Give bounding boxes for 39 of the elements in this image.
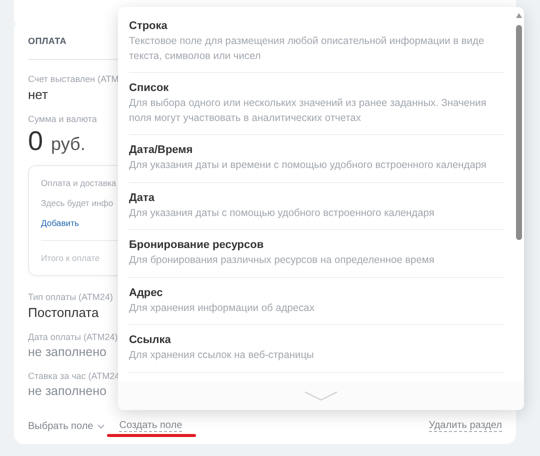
section-title: ОПЛАТА	[28, 36, 66, 46]
field-value: не заполнено	[28, 345, 106, 359]
create-field-link[interactable]: Создать поле	[119, 420, 182, 432]
field-label: Сумма и валюта	[28, 114, 97, 124]
item-description: Для хранения ссылок на веб-страницы	[129, 349, 315, 363]
menu-item[interactable]: Дата Для указания даты с помощью удобного встроенного календаря	[129, 192, 504, 230]
box-hint: Здесь будет инфо	[41, 198, 114, 208]
box-title: Оплата и доставка	[41, 178, 116, 188]
field-value: нет	[28, 87, 48, 102]
menu-item[interactable]: Ссылка Для хранения ссылок на веб-страницы	[129, 334, 504, 372]
delete-section-link[interactable]: Удалить раздел	[428, 420, 502, 432]
menu-item[interactable]: Бронирование ресурсов Для бронирования различных ресурсов на определенное время	[129, 239, 504, 278]
menu-item[interactable]: Список Для выбора одного или нескольких значений из ранее заданных. Значения поля могут участвовать в аналитических отчетах	[129, 82, 504, 135]
add-link[interactable]: Добавить	[41, 218, 79, 228]
field-label: Счет выставлен (АТМ	[28, 74, 119, 84]
item-description: Текстовое поле для размещения любой описательной информации в виде текста, символов или чисел	[129, 35, 486, 64]
menu-item[interactable]: Строка Текстовое поле для размещения любой описательной информации в виде текста, символов или чисел	[129, 20, 504, 73]
item-title: Ссылка	[129, 334, 171, 346]
field-label: Дата оплаты (АТМ24)	[28, 332, 118, 342]
item-title: Дата	[129, 192, 154, 204]
currency-label: руб.	[51, 134, 86, 155]
menu-item[interactable]: Дата/Время Для указания даты и времени с помощью удобного встроенного календаря	[129, 144, 504, 182]
item-description: Для выбора одного или нескольких значений из ранее заданных. Значения поля могут участвовать в аналитических отчетах	[129, 97, 488, 126]
amount-value: 0	[28, 127, 44, 155]
item-title: Адрес	[129, 286, 163, 298]
item-description: Для бронирования различных ресурсов на определенное время	[129, 254, 436, 268]
item-title: Строка	[129, 20, 168, 32]
field-value: не заполнено	[28, 384, 106, 398]
select-field-dropdown[interactable]: Выбрать поле	[28, 420, 106, 432]
field-label: Тип оплаты (АТМ24)	[28, 292, 113, 302]
total-label: Итого к оплате	[41, 253, 100, 263]
menu-item[interactable]: Адрес Для хранения информации об адресах	[129, 286, 504, 325]
field-value: Постоплата	[28, 305, 99, 320]
item-description: Для указания даты с помощью удобного встроенного календаря	[129, 206, 436, 220]
item-description: Для хранения информации об адресах	[129, 302, 316, 316]
item-title: Список	[129, 82, 169, 94]
item-title: Дата/Время	[129, 144, 193, 156]
item-description: Для указания даты и времени с помощью удобного встроенного календаря	[129, 159, 488, 173]
item-title: Бронирование ресурсов	[129, 239, 264, 251]
